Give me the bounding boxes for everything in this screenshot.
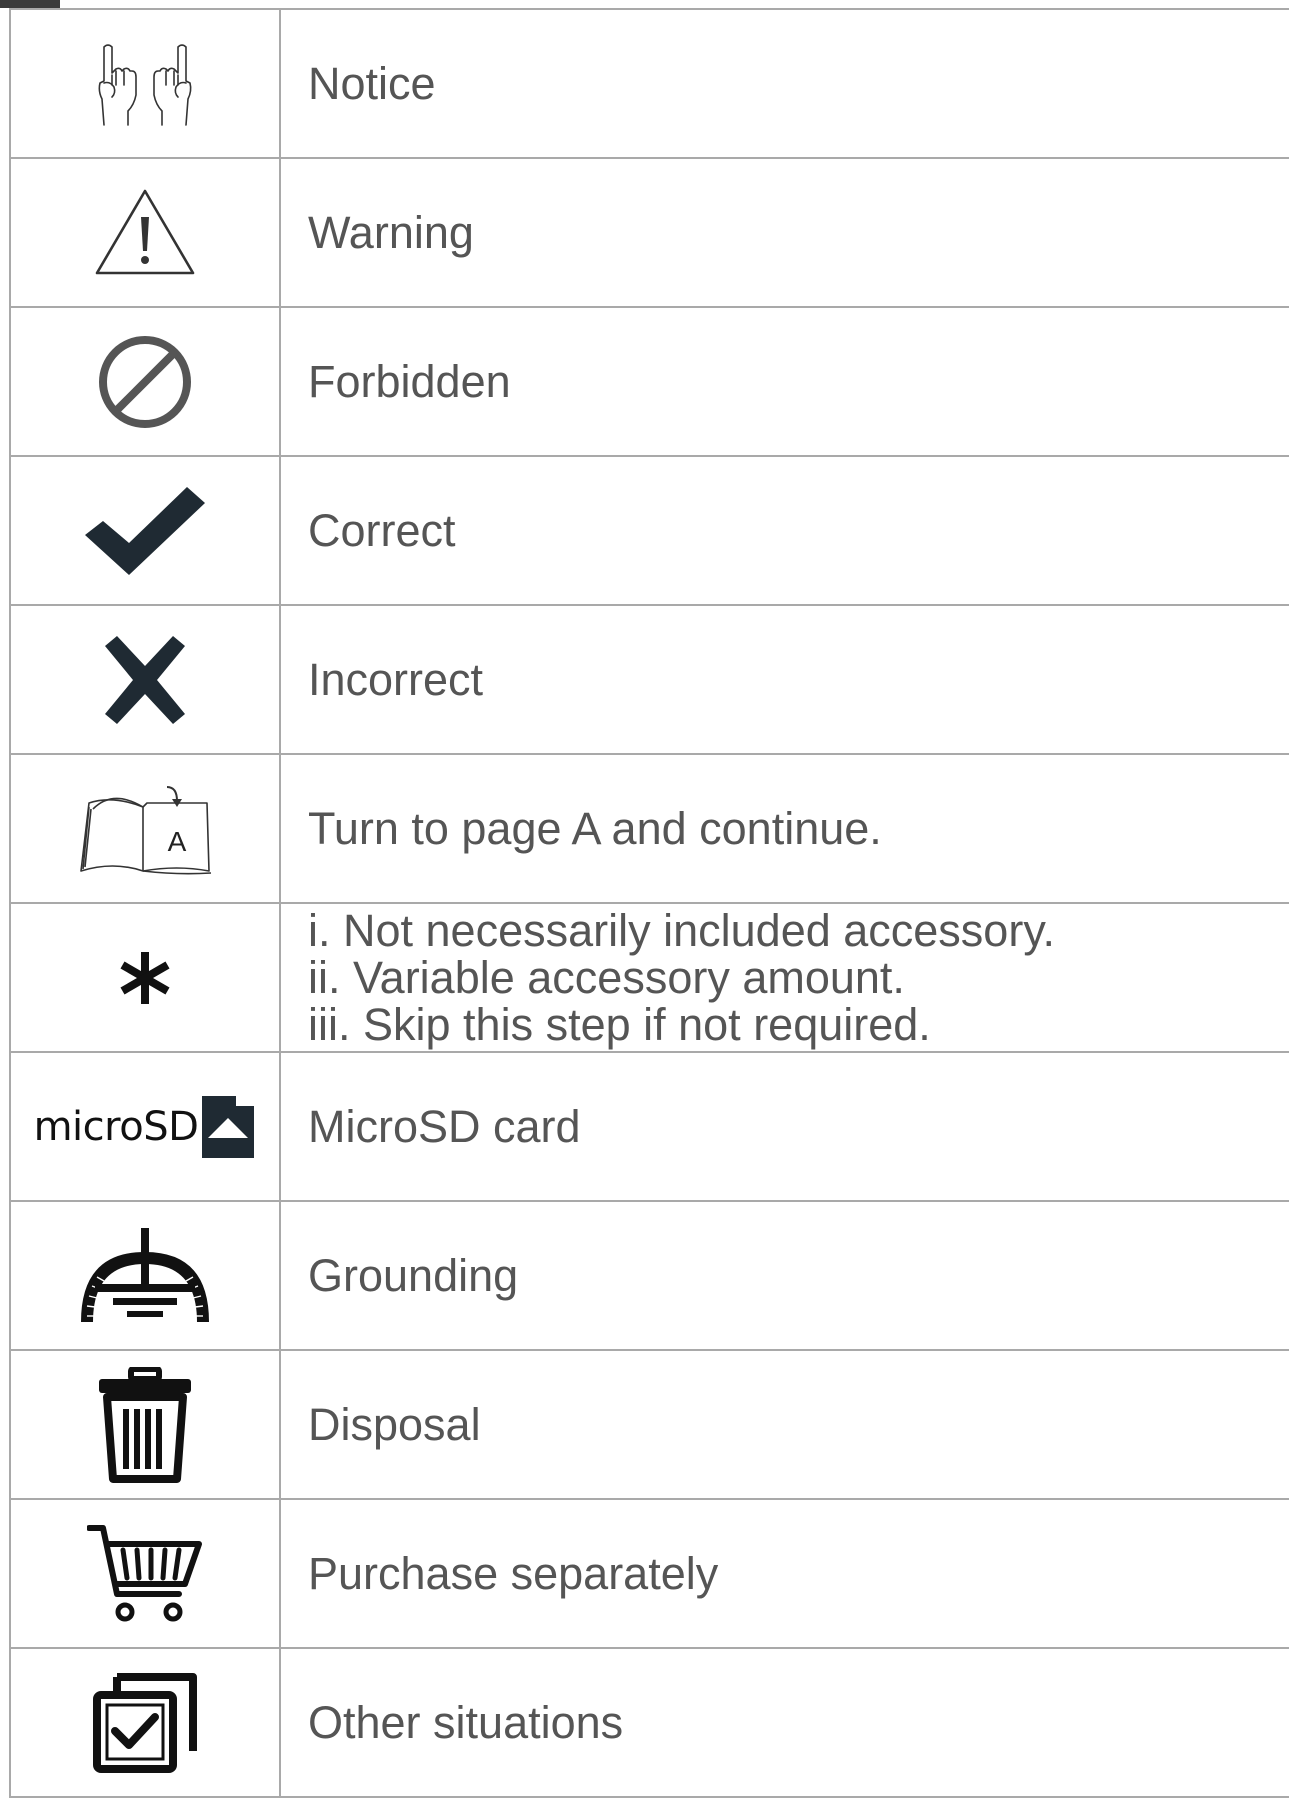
- checkbox-stack-icon: [93, 1672, 197, 1773]
- heading-fragment: [0, 0, 60, 8]
- icon-cell: [9, 455, 281, 606]
- purchase-label: Purchase separately: [279, 1498, 1289, 1649]
- incorrect-label: Incorrect: [279, 604, 1289, 755]
- grounding-icon: [77, 1226, 213, 1326]
- note-line: ii. Variable accessory amount.: [308, 952, 905, 1003]
- table-row: Forbidden: [9, 306, 1289, 457]
- book-page-letter: A: [168, 826, 187, 857]
- shopping-cart-icon: [87, 1524, 203, 1624]
- other-situations-label: Other situations: [279, 1647, 1289, 1798]
- correct-label: Correct: [279, 455, 1289, 606]
- table-row: microSD MicroSD card: [9, 1051, 1289, 1202]
- table-row: Grounding: [9, 1200, 1289, 1351]
- microsd-label: MicroSD card: [279, 1051, 1289, 1202]
- trash-can-icon: [95, 1366, 195, 1483]
- forbidden-icon: [95, 332, 195, 432]
- table-row: Other situations: [9, 1647, 1289, 1798]
- icon-cell: [9, 1498, 281, 1649]
- disposal-label: Disposal: [279, 1349, 1289, 1500]
- warning-triangle-icon: [93, 187, 197, 279]
- note-line: iii. Skip this step if not required.: [308, 999, 931, 1050]
- microsd-card-icon: microSD: [34, 1094, 257, 1160]
- table-row: Purchase separately: [9, 1498, 1289, 1649]
- icon-cell: microSD: [9, 1051, 281, 1202]
- asterisk-notes: i. Not necessarily included accessory. i…: [279, 902, 1289, 1053]
- asterisk-icon: [115, 948, 175, 1008]
- icon-cell: [9, 1647, 281, 1798]
- notice-hands-icon: [90, 39, 200, 129]
- turn-page-label: Turn to page A and continue.: [279, 753, 1289, 904]
- icon-cell: [9, 902, 281, 1053]
- icon-cell: [9, 604, 281, 755]
- microsd-logo-text: microSD: [33, 1103, 199, 1150]
- table-row: i. Not necessarily included accessory. i…: [9, 902, 1289, 1053]
- grounding-label: Grounding: [279, 1200, 1289, 1351]
- symbols-table: Notice Warning Forbidden Correct Incorre…: [9, 8, 1289, 1798]
- checkmark-icon: [83, 485, 207, 577]
- icon-cell: [9, 1200, 281, 1351]
- notice-label: Notice: [279, 8, 1289, 159]
- icon-cell: A: [9, 753, 281, 904]
- table-row: Incorrect: [9, 604, 1289, 755]
- icon-cell: [9, 8, 281, 159]
- x-mark-icon: [103, 634, 187, 726]
- table-row: A Turn to page A and continue.: [9, 753, 1289, 904]
- icon-cell: [9, 1349, 281, 1500]
- table-row: Notice: [9, 8, 1289, 159]
- note-line: i. Not necessarily included accessory.: [308, 905, 1055, 956]
- warning-label: Warning: [279, 157, 1289, 308]
- table-row: Warning: [9, 157, 1289, 308]
- table-row: Disposal: [9, 1349, 1289, 1500]
- forbidden-label: Forbidden: [279, 306, 1289, 457]
- table-row: Correct: [9, 455, 1289, 606]
- icon-cell: [9, 157, 281, 308]
- open-book-icon: A: [77, 781, 213, 877]
- icon-cell: [9, 306, 281, 457]
